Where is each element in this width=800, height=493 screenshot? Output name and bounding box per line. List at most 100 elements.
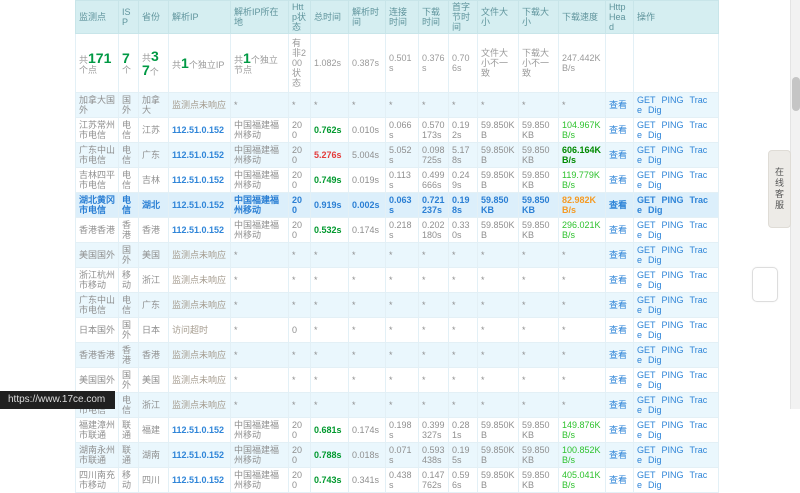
action-link-dig[interactable]: Dig [648,105,662,115]
action-link-dig[interactable]: Dig [648,305,662,315]
col-header: 解析IP [169,1,231,34]
action-link-dig[interactable]: Dig [648,230,662,240]
action-link-dig[interactable]: Dig [648,330,662,340]
view-httphead-link[interactable]: 查看 [609,175,627,185]
cell-downsize: * [519,343,559,368]
cell-httphead: 查看 [606,143,634,168]
action-link-ping[interactable]: PING [662,295,684,305]
view-httphead-link[interactable]: 查看 [609,450,627,460]
view-httphead-link[interactable]: 查看 [609,425,627,435]
action-link-ping[interactable]: PING [662,95,684,105]
action-link-get[interactable]: GET [637,395,656,405]
cell-province: 美国 [139,243,169,268]
cell-province: 吉林 [139,168,169,193]
action-link-ping[interactable]: PING [662,420,684,430]
resolved-ip-link[interactable]: 112.51.0.152 [172,150,224,160]
action-link-get[interactable]: GET [637,470,656,480]
view-httphead-link[interactable]: 查看 [609,125,627,135]
floating-side-button[interactable] [752,267,778,302]
action-link-get[interactable]: GET [637,195,656,205]
action-link-ping[interactable]: PING [662,245,684,255]
table-row: 吉林四平市电信电信吉林112.51.0.152中国福建福州移动2000.749s… [76,168,719,193]
action-link-ping[interactable]: PING [662,270,684,280]
action-link-ping[interactable]: PING [662,195,684,205]
resolved-ip-link[interactable]: 112.51.0.152 [172,125,224,135]
scrollbar-thumb[interactable] [792,77,800,111]
action-link-get[interactable]: GET [637,270,656,280]
view-httphead-link[interactable]: 查看 [609,100,627,110]
action-link-dig[interactable]: Dig [648,405,662,415]
action-link-get[interactable]: GET [637,120,656,130]
view-httphead-link[interactable]: 查看 [609,300,627,310]
cell-ip-location: 中国福建福州移动 [231,168,289,193]
cell-province: 江苏 [139,118,169,143]
action-link-dig[interactable]: Dig [648,380,662,390]
action-link-dig[interactable]: Dig [648,480,662,490]
action-link-get[interactable]: GET [637,220,656,230]
action-link-ping[interactable]: PING [662,120,684,130]
view-httphead-link[interactable]: 查看 [609,325,627,335]
action-link-get[interactable]: GET [637,245,656,255]
cell-node-name: 吉林四平市电信 [76,168,119,193]
action-link-get[interactable]: GET [637,95,656,105]
cell-filesize: * [478,318,519,343]
action-link-dig[interactable]: Dig [648,130,662,140]
resolved-ip-link[interactable]: 112.51.0.152 [172,225,224,235]
cell-httphead: 查看 [606,393,634,418]
action-link-dig[interactable]: Dig [648,205,663,215]
action-link-dig[interactable]: Dig [648,180,662,190]
resolved-ip-link[interactable]: 112.51.0.152 [172,475,224,485]
action-link-ping[interactable]: PING [662,320,684,330]
action-link-ping[interactable]: PING [662,170,684,180]
view-httphead-link[interactable]: 查看 [609,375,627,385]
action-link-ping[interactable]: PING [662,220,684,230]
action-link-dig[interactable]: Dig [648,455,662,465]
cell-http-status: 200 [289,193,311,218]
cell-province: 美国 [139,368,169,393]
view-httphead-link[interactable]: 查看 [609,225,627,235]
view-httphead-link[interactable]: 查看 [609,200,627,210]
view-httphead-link[interactable]: 查看 [609,150,627,160]
action-link-get[interactable]: GET [637,145,656,155]
resolved-ip-link[interactable]: 112.51.0.152 [172,450,224,460]
action-link-dig[interactable]: Dig [648,280,662,290]
cell-total-time: * [311,318,349,343]
action-link-dig[interactable]: Dig [648,355,662,365]
col-header: 下载时间 [419,1,449,34]
view-httphead-link[interactable]: 查看 [609,275,627,285]
action-link-dig[interactable]: Dig [648,430,662,440]
resolved-ip-link[interactable]: 112.51.0.152 [172,425,224,435]
action-link-dig[interactable]: Dig [648,255,662,265]
action-link-ping[interactable]: PING [662,370,684,380]
cell-speed: * [559,318,606,343]
action-link-get[interactable]: GET [637,170,656,180]
cell-ip-location: * [231,93,289,118]
action-link-get[interactable]: GET [637,345,656,355]
action-link-ping[interactable]: PING [662,445,684,455]
action-link-get[interactable]: GET [637,445,656,455]
resolved-ip-link[interactable]: 112.51.0.152 [172,175,224,185]
action-link-get[interactable]: GET [637,295,656,305]
action-link-get[interactable]: GET [637,320,656,330]
customer-service-tab[interactable]: 在线客服 [768,150,791,228]
action-link-get[interactable]: GET [637,370,656,380]
action-link-ping[interactable]: PING [662,345,684,355]
summary-ips-num: 1 [181,55,189,71]
cell-node-name: 福建漳州市联通 [76,418,119,443]
action-link-dig[interactable]: Dig [648,155,662,165]
resolved-ip-link[interactable]: 112.51.0.152 [172,200,224,210]
cell-operations: GETPINGTraceDig [634,443,719,468]
view-httphead-link[interactable]: 查看 [609,475,627,485]
cell-connect-time: * [386,318,419,343]
scrollbar-track[interactable] [790,0,800,409]
cell-downsize: * [519,293,559,318]
cell-isp: 电信 [119,393,139,418]
view-httphead-link[interactable]: 查看 [609,350,627,360]
cell-operations: GETPINGTraceDig [634,268,719,293]
cell-isp: 联通 [119,443,139,468]
view-httphead-link[interactable]: 查看 [609,250,627,260]
action-link-get[interactable]: GET [637,420,656,430]
action-link-ping[interactable]: PING [662,145,684,155]
action-link-ping[interactable]: PING [662,470,684,480]
action-link-ping[interactable]: PING [662,395,684,405]
